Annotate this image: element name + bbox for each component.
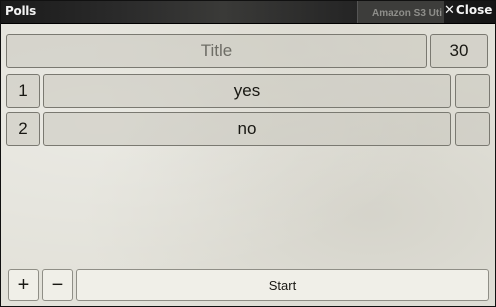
option-number-2[interactable]: 2 xyxy=(6,112,40,146)
polls-window: Polls Amazon S3 Uti ✕Close Title 30 1 ye… xyxy=(0,0,496,307)
option-text-1[interactable]: yes xyxy=(43,74,451,108)
start-button[interactable]: Start xyxy=(76,269,489,301)
option-extra-1[interactable] xyxy=(455,74,490,108)
close-icon: ✕ xyxy=(444,3,455,18)
close-button[interactable]: ✕Close xyxy=(444,3,492,18)
window-titlebar[interactable]: Polls Amazon S3 Uti ✕Close xyxy=(1,1,495,24)
option-extra-2[interactable] xyxy=(455,112,490,146)
poll-title-input[interactable]: Title xyxy=(6,34,427,68)
option-number-1[interactable]: 1 xyxy=(6,74,40,108)
background-window-label: Amazon S3 Uti xyxy=(372,8,443,19)
poll-duration-input[interactable]: 30 xyxy=(430,34,488,68)
close-label: Close xyxy=(455,3,493,17)
window-title: Polls xyxy=(5,4,36,18)
option-text-2[interactable]: no xyxy=(43,112,451,146)
background-window-tab[interactable]: Amazon S3 Uti xyxy=(357,1,444,23)
add-option-button[interactable]: + xyxy=(8,269,39,301)
remove-option-button[interactable]: − xyxy=(42,269,73,301)
